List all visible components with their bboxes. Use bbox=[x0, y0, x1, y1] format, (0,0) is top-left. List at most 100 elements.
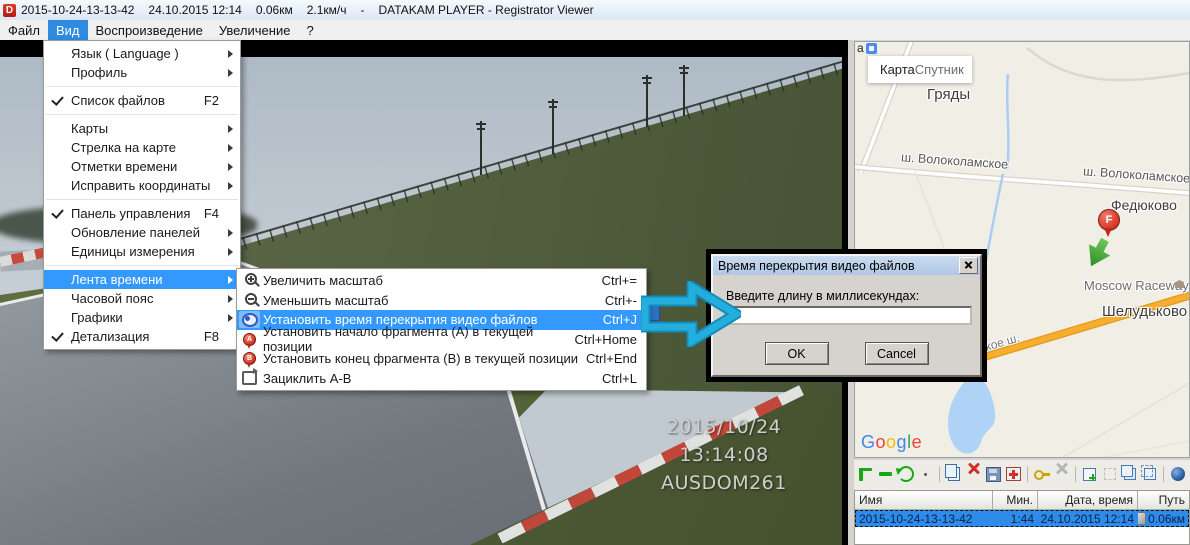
clear-button[interactable] bbox=[1052, 464, 1071, 484]
menu-item-label: Стрелка на карте bbox=[71, 140, 176, 155]
title-appname: DATAKAM PLAYER - Registrator Viewer bbox=[378, 3, 593, 17]
copy-button[interactable] bbox=[944, 464, 963, 484]
menu-separator bbox=[46, 114, 238, 115]
menu-item-time-marks[interactable]: Отметки времени bbox=[44, 157, 240, 176]
map-corner-label: a bbox=[857, 41, 864, 55]
map-pin-letter: F bbox=[1106, 214, 1113, 226]
menu-item-maps[interactable]: Карты bbox=[44, 119, 240, 138]
submenu-item-zoom-in[interactable]: Увеличить масштаб Ctrl+= bbox=[237, 271, 646, 291]
menu-view[interactable]: Вид bbox=[48, 20, 88, 40]
menu-file[interactable]: Файл bbox=[0, 20, 48, 40]
table-row[interactable]: 2015-10-24-13-13-42 1:44 24.10.2015 12:1… bbox=[855, 510, 1189, 527]
delete-button[interactable] bbox=[964, 464, 983, 484]
submenu-item-set-fragment-end[interactable]: B Установить конец фрагмента (B) в текущ… bbox=[237, 349, 646, 369]
more-dot-button[interactable] bbox=[916, 464, 935, 484]
dialog-title-bar[interactable]: Время перекрытия видео файлов bbox=[713, 256, 980, 275]
menu-shortcut: Ctrl+L bbox=[602, 371, 637, 386]
google-earth-button[interactable] bbox=[1168, 464, 1187, 484]
submenu-item-zoom-out[interactable]: Уменьшить масштаб Ctrl+- bbox=[237, 291, 646, 311]
column-header-path[interactable]: Путь bbox=[1138, 491, 1189, 509]
column-header-min[interactable]: Мин. bbox=[993, 491, 1038, 509]
close-icon[interactable] bbox=[959, 257, 978, 274]
zoom-in-icon bbox=[239, 272, 260, 289]
menu-item-label: Список файлов bbox=[71, 93, 165, 108]
menu-separator bbox=[46, 86, 238, 87]
add-window-button[interactable] bbox=[1080, 464, 1099, 484]
submenu-item-loop-ab[interactable]: Зациклить A-B Ctrl+L bbox=[237, 369, 646, 389]
menu-item-timezone[interactable]: Часовой пояс bbox=[44, 289, 240, 308]
pin-b-icon: B bbox=[239, 350, 260, 367]
menu-item-panel-refresh[interactable]: Обновление панелей bbox=[44, 223, 240, 242]
menu-help[interactable]: ? bbox=[298, 20, 321, 40]
group-button[interactable] bbox=[1120, 464, 1139, 484]
light-mast bbox=[480, 121, 482, 175]
menu-item-label: Детализация bbox=[71, 329, 149, 344]
menu-item-label: Графики bbox=[71, 310, 123, 325]
empty-selection-button[interactable] bbox=[1100, 464, 1119, 484]
column-header-name[interactable]: Имя bbox=[855, 491, 993, 509]
menu-item-label: Исправить координаты bbox=[71, 178, 210, 193]
menu-zoom[interactable]: Увеличение bbox=[211, 20, 299, 40]
submenu-arrow-icon bbox=[228, 229, 233, 237]
menu-playback[interactable]: Воспроизведение bbox=[88, 20, 211, 40]
menu-item-fix-coordinates[interactable]: Исправить координаты bbox=[44, 176, 240, 195]
refresh-button[interactable] bbox=[896, 464, 915, 484]
osd-time: 13:14:08 bbox=[608, 441, 840, 469]
cell-path-value: 0.06км bbox=[1148, 512, 1185, 526]
app-icon: D bbox=[3, 4, 16, 17]
add-file-button[interactable] bbox=[856, 464, 875, 484]
menu-item-control-panel[interactable]: Панель управления F4 bbox=[44, 204, 240, 223]
menu-item-label: Карты bbox=[71, 121, 108, 136]
submenu-arrow-icon bbox=[228, 50, 233, 58]
submenu-arrow-icon bbox=[228, 125, 233, 133]
menu-separator bbox=[46, 265, 238, 266]
checkmark-icon bbox=[51, 329, 64, 342]
overlap-milliseconds-input[interactable] bbox=[725, 306, 972, 325]
file-table-header: Имя Мин. Дата, время Путь bbox=[855, 491, 1189, 510]
submenu-item-set-fragment-start[interactable]: A Установить начало фрагмента (A) в теку… bbox=[237, 330, 646, 350]
menu-item-graphs[interactable]: Графики bbox=[44, 308, 240, 327]
map-pin[interactable]: F bbox=[1098, 209, 1120, 231]
menu-item-units[interactable]: Единицы измерения bbox=[44, 242, 240, 261]
cancel-button[interactable]: Cancel bbox=[865, 342, 929, 365]
menu-item-label: Язык ( Language ) bbox=[71, 46, 179, 61]
ok-button[interactable]: OK bbox=[765, 342, 829, 365]
column-header-datetime[interactable]: Дата, время bbox=[1038, 491, 1138, 509]
menu-item-file-list[interactable]: Список файлов F2 bbox=[44, 91, 240, 110]
submenu-item-label: Уменьшить масштаб bbox=[263, 293, 388, 308]
menu-item-label: Часовой пояс bbox=[71, 291, 153, 306]
menu-item-profile[interactable]: Профиль bbox=[44, 63, 240, 82]
ungroup-button[interactable] bbox=[1140, 464, 1159, 484]
menu-shortcut: Ctrl+Home bbox=[575, 332, 638, 347]
dialog-annotation-frame: Время перекрытия видео файлов Введите дл… bbox=[706, 249, 987, 382]
light-mast bbox=[683, 65, 685, 116]
map-label-gryady: Гряды bbox=[927, 86, 970, 103]
menu-shortcut: Ctrl+- bbox=[605, 293, 637, 308]
map-tab[interactable]: Карта bbox=[880, 62, 915, 77]
menu-item-timeline[interactable]: Лента времени bbox=[44, 270, 240, 289]
osd-date: 2015/10/24 bbox=[608, 413, 840, 441]
file-toolbar bbox=[854, 461, 1190, 487]
repair-button[interactable] bbox=[1004, 464, 1023, 484]
menu-item-map-arrow[interactable]: Стрелка на карте bbox=[44, 138, 240, 157]
satellite-tab[interactable]: Спутник bbox=[915, 62, 964, 77]
overlap-time-icon bbox=[239, 311, 260, 328]
route-icon bbox=[1138, 512, 1146, 525]
light-mast bbox=[552, 99, 554, 154]
save-button[interactable] bbox=[984, 464, 1003, 484]
key-button[interactable] bbox=[1032, 464, 1051, 484]
map-label-raceway: Moscow Raceway bbox=[1084, 278, 1189, 293]
menu-item-label: Профиль bbox=[71, 65, 127, 80]
dialog-body: Введите длину в миллисекундах: OK Cancel bbox=[713, 275, 980, 375]
menu-item-language[interactable]: Язык ( Language ) bbox=[44, 44, 240, 63]
overlap-time-dialog: Время перекрытия видео файлов Введите дл… bbox=[711, 254, 982, 377]
menu-item-label: Панель управления bbox=[71, 206, 190, 221]
remove-file-button[interactable] bbox=[876, 464, 895, 484]
title-speed: 2.1км/ч bbox=[307, 3, 347, 17]
menu-separator bbox=[46, 199, 238, 200]
pin-a-icon: A bbox=[239, 331, 260, 348]
toolbar-separator bbox=[939, 466, 940, 482]
submenu-arrow-icon bbox=[228, 69, 233, 77]
zoom-out-icon bbox=[239, 292, 260, 309]
menu-item-detail[interactable]: Детализация F8 bbox=[44, 327, 240, 346]
